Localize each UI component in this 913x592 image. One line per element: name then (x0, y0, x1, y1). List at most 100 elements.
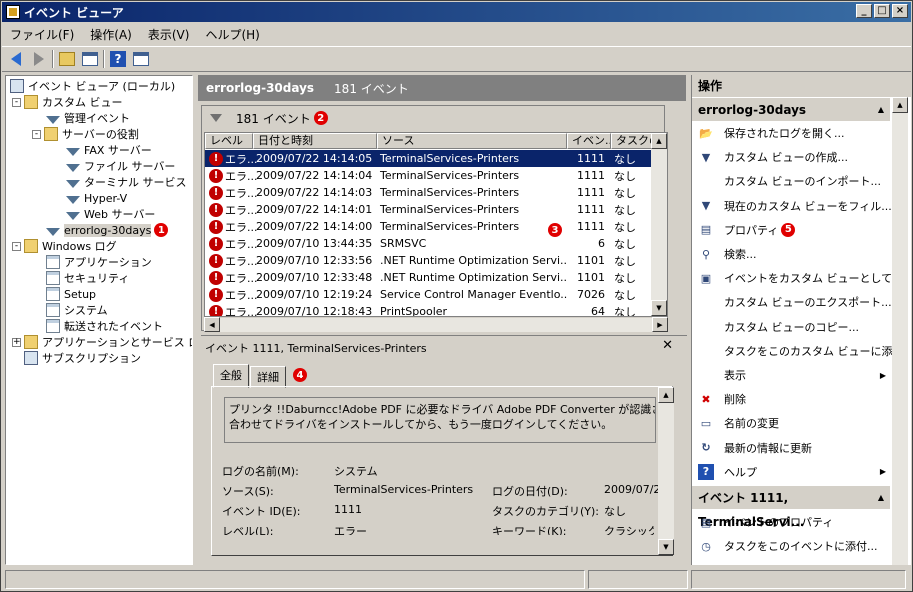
action-label: プロパティ (724, 223, 779, 237)
collapse-icon[interactable]: - (32, 129, 41, 139)
table-row[interactable]: ! エラ... 2009/07/10 13:44:35 SRMSVC 6 なし (205, 235, 665, 252)
column-date[interactable]: 日付と時刻 (253, 133, 377, 149)
menu-help[interactable]: ヘルプ(H) (197, 26, 267, 43)
scroll-left-button[interactable]: ◀ (204, 317, 220, 332)
table-row[interactable]: ! エラ... 2009/07/22 14:14:03 TerminalService… (205, 184, 665, 201)
tree-terminal-services[interactable]: ターミナル サービス (66, 174, 187, 190)
tree-root[interactable]: イベント ビューア (ローカル) (10, 78, 175, 94)
table-row[interactable]: ! エラ... 2009/07/22 14:14:04 TerminalService… (205, 167, 665, 184)
event-list-vscroll[interactable]: ▲ ▼ (651, 133, 667, 316)
action-copy-custom-view[interactable]: カスタム ビューのコピー... (692, 315, 890, 339)
tree-web-server[interactable]: Web サーバー (66, 206, 155, 222)
action-rename[interactable]: ▭ 名前の変更 (692, 411, 890, 435)
collapse-icon[interactable]: - (12, 97, 21, 107)
log-icon (46, 319, 60, 333)
console-tree[interactable]: イベント ビューア (ローカル) - カスタム ビュー 管理イベント - サーバーの… (5, 75, 193, 565)
scroll-up-button[interactable]: ▲ (892, 97, 908, 113)
tab-details[interactable]: 詳細 (250, 366, 286, 388)
tree-label: ファイル サーバー (84, 160, 176, 173)
cell-event-id: 1101 (577, 254, 605, 267)
table-row[interactable]: ! エラ... 2009/07/22 14:14:00 TerminalService… (205, 218, 665, 235)
detail-vscroll[interactable]: ▲ ▼ (658, 387, 674, 555)
table-row[interactable]: ! エラ... 2009/07/22 14:14:05 TerminalService… (205, 150, 665, 167)
actions-section-event[interactable]: イベント 1111, TerminalServi... ▲ (692, 485, 890, 529)
error-icon: ! (209, 202, 223, 217)
tree-system[interactable]: システム (46, 302, 108, 318)
action-create-custom-view[interactable]: ▼ カスタム ビューの作成... (692, 145, 890, 169)
action-label: 名前の変更 (724, 417, 779, 431)
event-list-hscroll[interactable]: ◀ ▶ (204, 317, 668, 332)
scroll-up-button[interactable]: ▲ (658, 387, 674, 403)
maximize-button[interactable]: □ (874, 4, 890, 18)
event-count-bar: 181 イベント 2 (202, 106, 664, 130)
table-row[interactable]: ! エラ... 2009/07/22 14:14:01 TerminalService… (205, 201, 665, 218)
center-pane: errorlog-30days 181 イベント 181 イベント 2 レベル 日付… (198, 75, 687, 565)
view-header: errorlog-30days 181 イベント (198, 75, 686, 101)
event-description[interactable]: プリンタ !!Daburncc!Adobe PDF に必要なドライバ Adobe… (224, 397, 656, 443)
show-hide-tree-button[interactable] (80, 49, 100, 69)
submenu-arrow-icon: ▶ (879, 467, 886, 477)
tab-general[interactable]: 全般 (213, 364, 249, 388)
scroll-down-button[interactable]: ▼ (658, 539, 674, 555)
tree-custom-views[interactable]: - カスタム ビュー (12, 94, 123, 110)
close-detail-button[interactable]: ✕ (662, 338, 673, 353)
action-attach-task-to-view[interactable]: タスクをこのカスタム ビューに添... (692, 339, 903, 363)
scroll-down-button[interactable]: ▼ (651, 300, 667, 316)
action-find[interactable]: ⚲ 検索... (692, 242, 890, 266)
menu-file[interactable]: ファイル(F) (2, 26, 82, 43)
action-import-custom-view[interactable]: カスタム ビューのインポート... (692, 169, 890, 193)
actions-section-view[interactable]: errorlog-30days ▲ (692, 97, 890, 121)
action-export-custom-view[interactable]: カスタム ビューのエクスポート... (692, 290, 892, 314)
action-event-properties[interactable]: ▤ イベントのプロパティ (692, 510, 890, 534)
menu-view[interactable]: 表示(V) (140, 26, 198, 43)
action-delete[interactable]: ✖ 削除 (692, 387, 890, 411)
action-properties[interactable]: ▤ プロパティ 5 (692, 218, 890, 242)
forward-button[interactable] (29, 49, 49, 69)
show-action-pane-button[interactable] (131, 49, 151, 69)
action-help[interactable]: ? ヘルプ ▶ (692, 460, 890, 484)
close-button[interactable]: × (892, 4, 908, 18)
actions-vscroll[interactable]: ▲ (892, 97, 908, 565)
tree-security[interactable]: セキュリティ (46, 270, 129, 286)
collapse-arrow-icon[interactable]: ▲ (878, 486, 884, 510)
minimize-button[interactable]: _ (856, 4, 872, 18)
column-source[interactable]: ソース (377, 133, 567, 149)
table-row[interactable]: ! エラ... 2009/07/10 12:33:56 .NET Runtime Op… (205, 252, 665, 269)
scroll-up-button[interactable]: ▲ (651, 133, 667, 149)
filter-icon: ▼ (701, 199, 711, 213)
action-label: 保存されたログを開く... (724, 127, 845, 140)
scroll-right-button[interactable]: ▶ (652, 317, 668, 332)
event-viewer-icon (6, 5, 20, 19)
help-button[interactable]: ? (108, 49, 128, 69)
tree-server-roles[interactable]: - サーバーの役割 (32, 126, 139, 142)
action-filter-current-view[interactable]: ▼ 現在のカスタム ビューをフィル... (692, 194, 892, 218)
table-row[interactable]: ! エラ... 2009/07/10 12:33:48 .NET Runtime Op… (205, 269, 665, 286)
action-attach-task-to-event[interactable]: ◷ タスクをこのイベントに添付... (692, 534, 890, 558)
menu-action[interactable]: 操作(A) (82, 26, 140, 43)
action-refresh[interactable]: ↻ 最新の情報に更新 (692, 436, 890, 460)
tree-hyper-v[interactable]: Hyper-V (66, 190, 127, 206)
column-level[interactable]: レベル (205, 133, 253, 149)
tree-errorlog-30days[interactable]: errorlog-30days 1 (46, 222, 169, 238)
tree-fax-server[interactable]: FAX サーバー (66, 142, 152, 158)
tree-forwarded-events[interactable]: 転送されたイベント (46, 318, 163, 334)
action-open-saved-log[interactable]: 📂 保存されたログを開く... (692, 121, 890, 145)
action-view[interactable]: 表示 ▶ (692, 363, 890, 387)
tree-application[interactable]: アプリケーション (46, 254, 152, 270)
table-row[interactable]: ! エラ... 2009/07/10 12:18:43 PrintSpooler 64 な… (205, 303, 665, 316)
tree-apps-services-logs[interactable]: + アプリケーションとサービス ログ (12, 334, 192, 350)
tree-subscriptions[interactable]: サブスクリプション (24, 350, 141, 366)
collapse-arrow-icon[interactable]: ▲ (878, 98, 884, 122)
up-folder-button[interactable] (57, 49, 77, 69)
table-row[interactable]: ! エラ... 2009/07/10 12:19:24 Service Control… (205, 286, 665, 303)
action-save-events-as[interactable]: ▣ イベントをカスタム ビューとして... (692, 266, 903, 290)
collapse-icon[interactable]: - (12, 241, 21, 251)
expand-icon[interactable]: + (12, 337, 21, 347)
column-event-id[interactable]: イベン... (567, 133, 611, 149)
tree-windows-log[interactable]: - Windows ログ (12, 238, 117, 254)
tree-admin-events[interactable]: 管理イベント (46, 110, 130, 126)
back-button[interactable] (6, 49, 26, 69)
tree-file-server[interactable]: ファイル サーバー (66, 158, 175, 174)
tree-setup[interactable]: Setup (46, 286, 96, 302)
event-list[interactable]: レベル 日付と時刻 ソース イベン... タスクのカ... !エラ...2009… (204, 132, 668, 317)
